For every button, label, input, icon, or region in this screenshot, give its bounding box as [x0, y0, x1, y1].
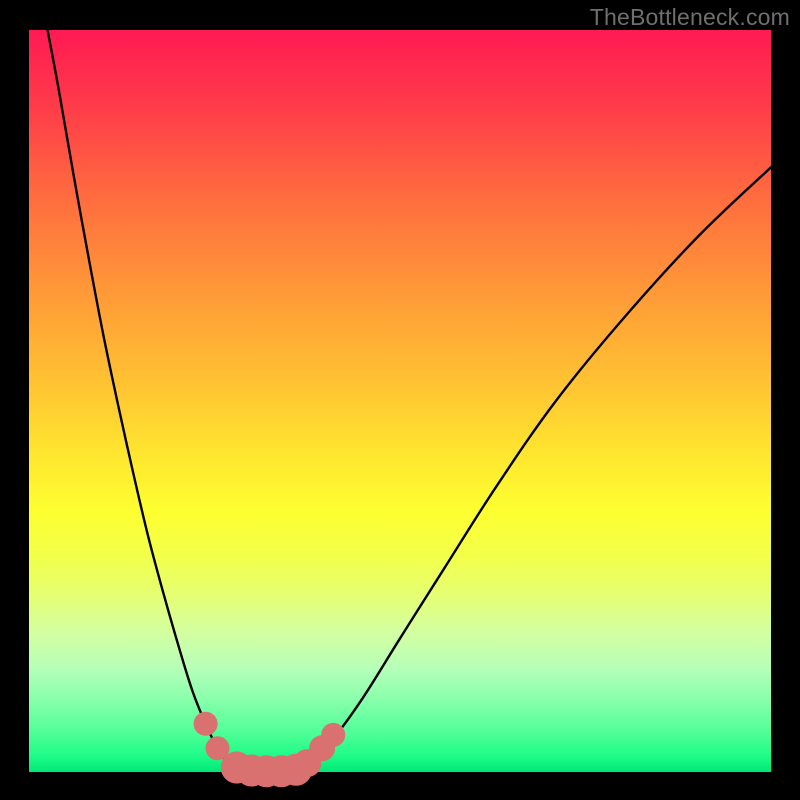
chart-frame: TheBottleneck.com [0, 0, 800, 800]
curve-marker [194, 712, 218, 736]
bottleneck-curve [29, 30, 771, 772]
curve-path [48, 30, 771, 772]
watermark-text: TheBottleneck.com [590, 4, 790, 31]
plot-area [29, 30, 771, 772]
curve-markers [194, 712, 346, 788]
curve-marker [321, 723, 345, 747]
